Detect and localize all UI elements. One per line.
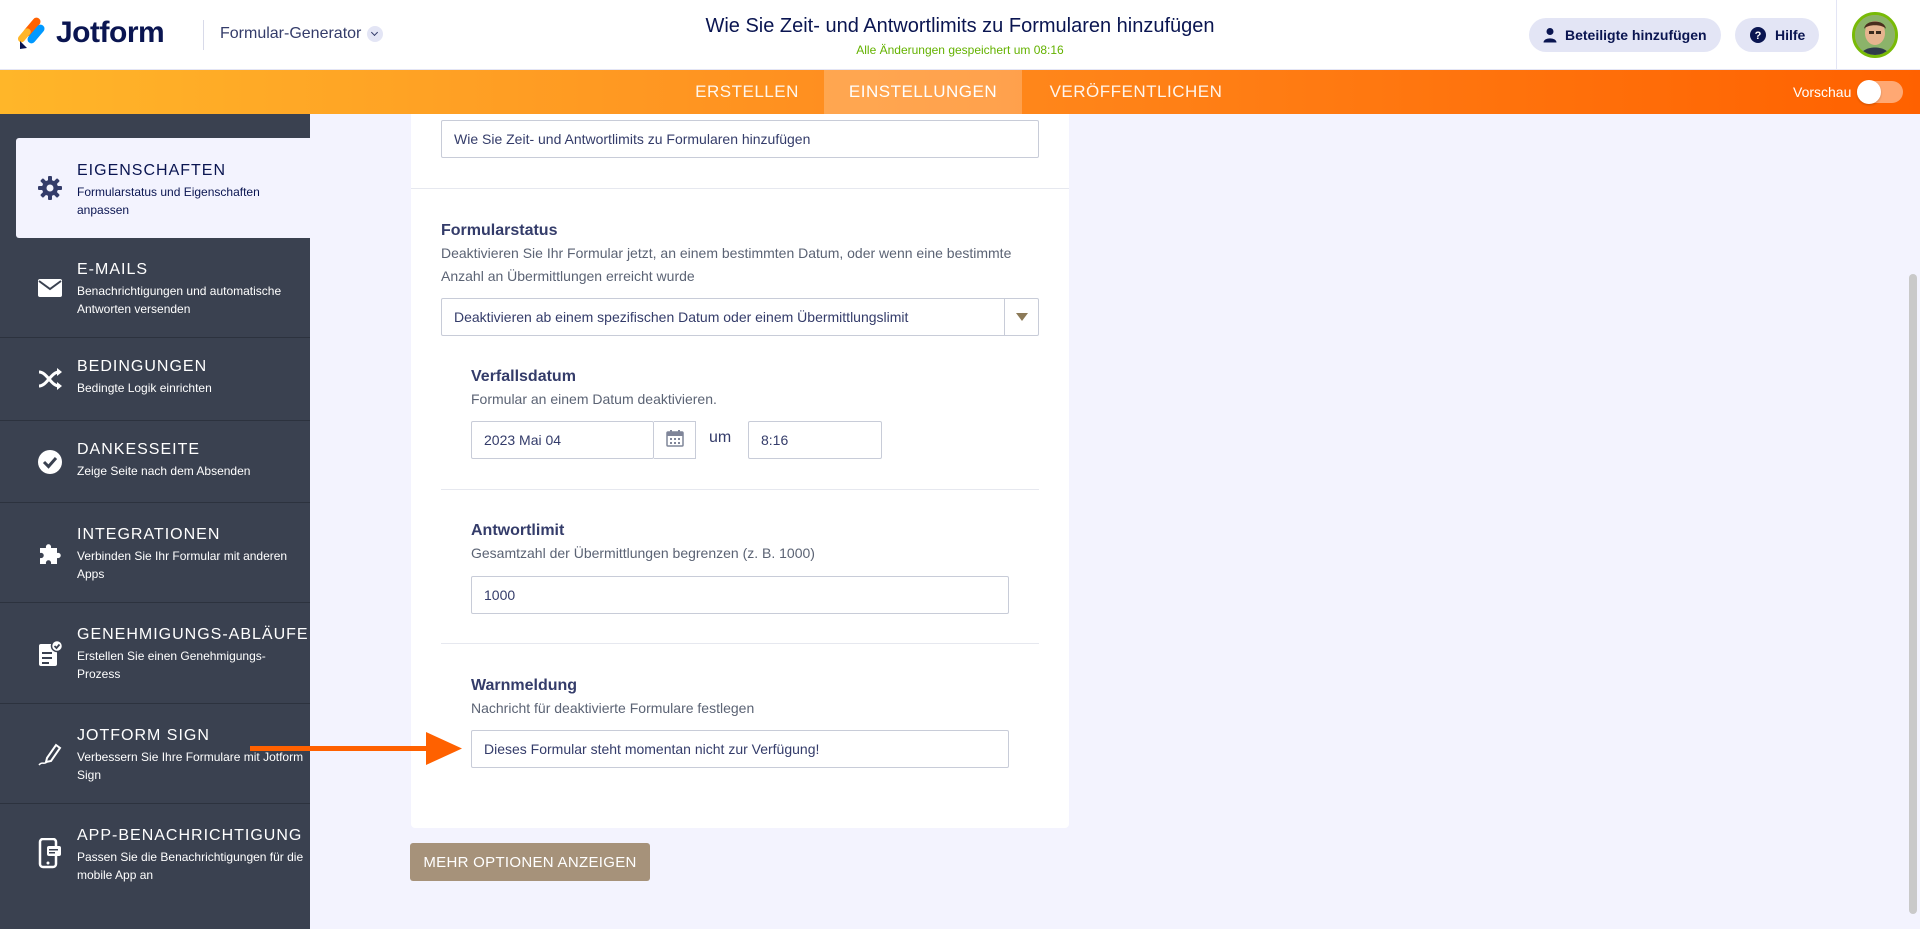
- main-navigation: ERSTELLEN EINSTELLUNGEN VERÖFFENTLICHEN …: [0, 70, 1920, 114]
- expiry-time-input[interactable]: 8:16: [748, 421, 882, 459]
- sidebar-item-emails[interactable]: E-MAILS Benachrichtigungen und automatis…: [0, 238, 310, 338]
- form-status-desc: Deaktivieren Sie Ihr Formular jetzt, an …: [441, 245, 1012, 284]
- warning-message-label: Warnmeldung: [471, 677, 578, 694]
- jotform-logo[interactable]: Jotform: [18, 15, 165, 51]
- sidebar-item-title: GENEHMIGUNGS-ABLÄUFE: [77, 626, 309, 643]
- expiry-date-input[interactable]: 2023 Mai 04: [471, 421, 654, 459]
- form-status-select[interactable]: Deaktivieren ab einem spezifischen Datum…: [441, 298, 1039, 336]
- jotform-logo-icon: [18, 17, 45, 49]
- form-status-label: Formularstatus: [441, 222, 558, 239]
- warning-message-input[interactable]: Dieses Formular steht momentan nicht zur…: [471, 730, 1009, 768]
- add-collaborators-button[interactable]: Beteiligte hinzufügen: [1529, 18, 1721, 52]
- page-scrollbar[interactable]: [1906, 114, 1920, 929]
- sidebar-item-thankyou[interactable]: DANKESSEITE Zeige Seite nach dem Absende…: [0, 421, 310, 503]
- sidebar-item-integrations[interactable]: INTEGRATIONEN Verbinden Sie Ihr Formular…: [0, 503, 310, 603]
- svg-text:?: ?: [1755, 30, 1762, 42]
- tab-create[interactable]: ERSTELLEN: [680, 70, 814, 114]
- preview-label: Vorschau: [1793, 84, 1852, 100]
- header-divider-right: [1836, 0, 1837, 70]
- form-builder-label: Formular-Generator: [220, 25, 362, 42]
- form-builder-dropdown[interactable]: Formular-Generator: [220, 25, 384, 43]
- section-divider: [441, 489, 1039, 490]
- calendar-button[interactable]: [654, 421, 696, 459]
- sidebar-item-title: APP-BENACHRICHTIGUNG: [77, 827, 303, 844]
- approval-icon: [36, 640, 64, 668]
- settings-card: Wie Sie Zeit- und Antwortlimits zu Formu…: [411, 114, 1069, 828]
- user-icon: [1543, 27, 1557, 43]
- sidebar-item-desc: Verbinden Sie Ihr Formular mit anderen A…: [77, 549, 288, 581]
- at-label: um: [709, 429, 732, 446]
- section-divider: [411, 188, 1069, 189]
- sidebar-item-app-notifications[interactable]: APP-BENACHRICHTIGUNG Passen Sie die Bena…: [0, 804, 310, 905]
- sidebar-item-desc: Passen Sie die Benachrichtigungen für di…: [77, 850, 304, 882]
- sidebar-item-desc: Bedingte Logik einrichten: [77, 381, 212, 395]
- tab-publish[interactable]: VERÖFFENTLICHEN: [1032, 70, 1240, 114]
- sidebar-item-title: BEDINGUNGEN: [77, 358, 208, 375]
- sidebar-item-conditions[interactable]: BEDINGUNGEN Bedingte Logik einrichten: [0, 338, 310, 421]
- avatar[interactable]: [1852, 12, 1898, 58]
- top-header: Jotform Formular-Generator Wie Sie Zeit-…: [0, 0, 1920, 70]
- form-title-input[interactable]: Wie Sie Zeit- und Antwortlimits zu Formu…: [441, 120, 1039, 158]
- response-limit-desc: Gesamtzahl der Übermittlungen begrenzen …: [471, 545, 815, 561]
- scrollbar-thumb[interactable]: [1909, 274, 1917, 914]
- sidebar-item-properties[interactable]: EIGENSCHAFTEN Formularstatus und Eigensc…: [16, 138, 310, 238]
- sidebar-item-title: DANKESSEITE: [77, 441, 201, 458]
- chevron-down-icon: [367, 26, 384, 42]
- help-label: Hilfe: [1775, 27, 1806, 43]
- sidebar-item-title: JOTFORM SIGN: [77, 727, 210, 744]
- calendar-icon: [665, 429, 684, 452]
- gear-icon: [36, 174, 64, 202]
- response-limit-input[interactable]: 1000: [471, 576, 1009, 614]
- envelope-icon: [36, 274, 64, 302]
- sidebar-item-desc: Erstellen Sie einen Genehmigungs-Prozess: [77, 649, 266, 681]
- help-icon: ?: [1749, 26, 1767, 44]
- sidebar-item-title: E-MAILS: [77, 261, 149, 278]
- toggle-knob: [1857, 80, 1881, 104]
- expiry-date-label: Verfallsdatum: [471, 368, 576, 385]
- sidebar-item-desc: Zeige Seite nach dem Absenden: [77, 464, 251, 478]
- add-collaborators-label: Beteiligte hinzufügen: [1565, 27, 1707, 43]
- logo-text: Jotform: [56, 16, 165, 49]
- response-limit-label: Antwortlimit: [471, 522, 565, 539]
- section-divider: [441, 643, 1039, 644]
- sidebar-item-desc: Benachrichtigungen und automatische Antw…: [77, 284, 282, 316]
- sidebar-item-approvals[interactable]: GENEHMIGUNGS-ABLÄUFE Erstellen Sie einen…: [0, 603, 310, 704]
- check-circle-icon: [36, 448, 64, 476]
- chevron-down-icon: [1004, 299, 1038, 335]
- mobile-icon: [36, 838, 64, 869]
- header-divider: [203, 20, 204, 50]
- sidebar-item-title: INTEGRATIONEN: [77, 526, 221, 543]
- more-options-button[interactable]: MEHR OPTIONEN ANZEIGEN: [410, 843, 650, 881]
- form-status-selected: Deaktivieren ab einem spezifischen Datum…: [454, 309, 909, 325]
- settings-sidebar: EIGENSCHAFTEN Formularstatus und Eigensc…: [0, 114, 310, 929]
- tab-settings[interactable]: EINSTELLUNGEN: [824, 70, 1022, 114]
- puzzle-icon: [36, 539, 64, 567]
- sidebar-item-desc: Formularstatus und Eigenschaften anpasse…: [77, 185, 260, 217]
- pen-icon: [36, 740, 64, 768]
- sidebar-item-title: EIGENSCHAFTEN: [77, 162, 227, 179]
- warning-message-desc: Nachricht für deaktivierte Formulare fes…: [471, 700, 755, 716]
- expiry-date-desc: Formular an einem Datum deaktivieren.: [471, 391, 717, 407]
- shuffle-icon: [36, 365, 64, 393]
- annotation-arrow-icon: [250, 732, 462, 765]
- preview-toggle[interactable]: [1857, 80, 1903, 104]
- help-button[interactable]: ? Hilfe: [1735, 18, 1820, 52]
